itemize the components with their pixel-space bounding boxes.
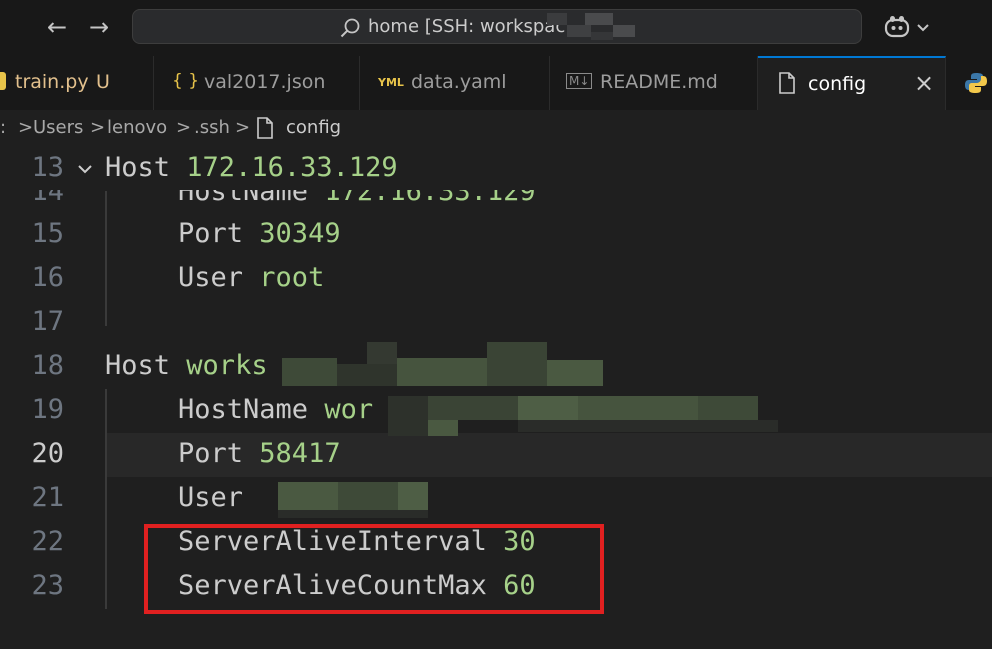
breadcrumb-lenovo[interactable]: lenovo (107, 117, 167, 138)
arrow-left-icon: ← (46, 13, 68, 41)
arrow-right-icon: → (88, 13, 110, 41)
title-bar: ← → home [SSH: workspac (0, 0, 992, 56)
code-editor[interactable]: 14 HostName 172.16.33.129 13 Host 172.16… (0, 146, 992, 649)
line-number: 15 (31, 218, 64, 249)
markdown-icon: M↓ (566, 73, 593, 89)
breadcrumb-separator: > (18, 117, 34, 138)
back-button[interactable]: ← (42, 12, 72, 42)
breadcrumb-config[interactable]: config (286, 117, 341, 138)
line-number: 21 (31, 482, 64, 513)
tab-label: README.md (600, 71, 718, 93)
tab-data-yaml[interactable]: YML data.yaml (360, 56, 550, 110)
ssh-value: root (259, 262, 325, 293)
file-icon (779, 72, 795, 94)
code-line-19: HostName wor (178, 394, 373, 425)
close-icon[interactable]: × (914, 69, 934, 97)
untracked-badge: U (96, 71, 110, 93)
ssh-key: User (178, 482, 244, 513)
ssh-key: HostName (178, 394, 309, 425)
code-line-15: Port 30349 (178, 218, 341, 249)
line-number: 20 (31, 438, 64, 469)
breadcrumb-separator: > (176, 117, 192, 138)
ssh-value: wor (324, 394, 374, 425)
tab-label: config (808, 73, 867, 95)
ssh-key: User (178, 262, 244, 293)
tab-label: val2017.json (204, 71, 326, 93)
tab-label: data.yaml (411, 71, 507, 93)
ssh-key: Host (105, 152, 171, 183)
ssh-value: 58417 (259, 438, 341, 469)
breadcrumb-separator: > (235, 117, 251, 138)
command-center-search[interactable]: home [SSH: workspac (132, 9, 862, 44)
breadcrumb: : > Users > lenovo > .ssh > config (0, 110, 992, 146)
fold-chevron-icon[interactable] (76, 160, 94, 178)
line-number: 19 (31, 394, 64, 425)
ssh-value: works (186, 350, 268, 381)
tab-train-py[interactable]: train.py U (0, 56, 154, 110)
line-number: 17 (31, 306, 64, 337)
indent-guide (105, 389, 107, 609)
line-number: 13 (31, 152, 64, 183)
code-line-13: Host 172.16.33.129 (105, 152, 398, 183)
sticky-scroll-header[interactable]: 13 Host 172.16.33.129 (0, 146, 992, 190)
forward-button[interactable]: → (84, 12, 114, 42)
tab-readme-md[interactable]: M↓ README.md (550, 56, 758, 110)
ssh-key: Host (105, 350, 171, 381)
search-icon (340, 18, 360, 38)
tab-python-file[interactable] (946, 56, 992, 110)
annotation-highlight-box (144, 524, 604, 614)
breadcrumb-users[interactable]: Users (33, 117, 83, 138)
editor-tabs: train.py U { } val2017.json YML data.yam… (0, 56, 992, 110)
yaml-icon: YML (378, 76, 404, 89)
copilot-button[interactable] (883, 14, 935, 42)
tab-val2017-json[interactable]: { } val2017.json (154, 56, 360, 110)
indent-guide (105, 191, 107, 326)
ssh-key: Port (178, 438, 244, 469)
python-icon (965, 73, 987, 93)
code-line-21: User (178, 482, 243, 513)
code-line-16: User root (178, 262, 324, 293)
breadcrumb-ssh[interactable]: .ssh (194, 117, 230, 138)
code-line-20: Port 58417 (178, 438, 341, 469)
line-number: 16 (31, 262, 64, 293)
line-number: 18 (31, 350, 64, 381)
json-icon: { } (172, 71, 200, 91)
tab-config[interactable]: config × (758, 56, 946, 110)
search-text: home [SSH: workspac (368, 16, 566, 37)
tab-label: train.py (15, 71, 89, 93)
ssh-value: 172.16.33.129 (186, 152, 398, 183)
ssh-key: Port (178, 218, 244, 249)
line-number: 22 (31, 526, 64, 557)
breadcrumb-separator: > (90, 117, 106, 138)
copilot-icon (884, 16, 929, 38)
breadcrumb-drive[interactable]: : (0, 117, 6, 138)
chevron-down-icon (917, 24, 929, 32)
file-icon (257, 117, 273, 139)
line-number: 23 (31, 570, 64, 601)
python-icon (0, 72, 6, 90)
ssh-value: 30349 (259, 218, 341, 249)
code-line-18: Host works (105, 350, 268, 381)
